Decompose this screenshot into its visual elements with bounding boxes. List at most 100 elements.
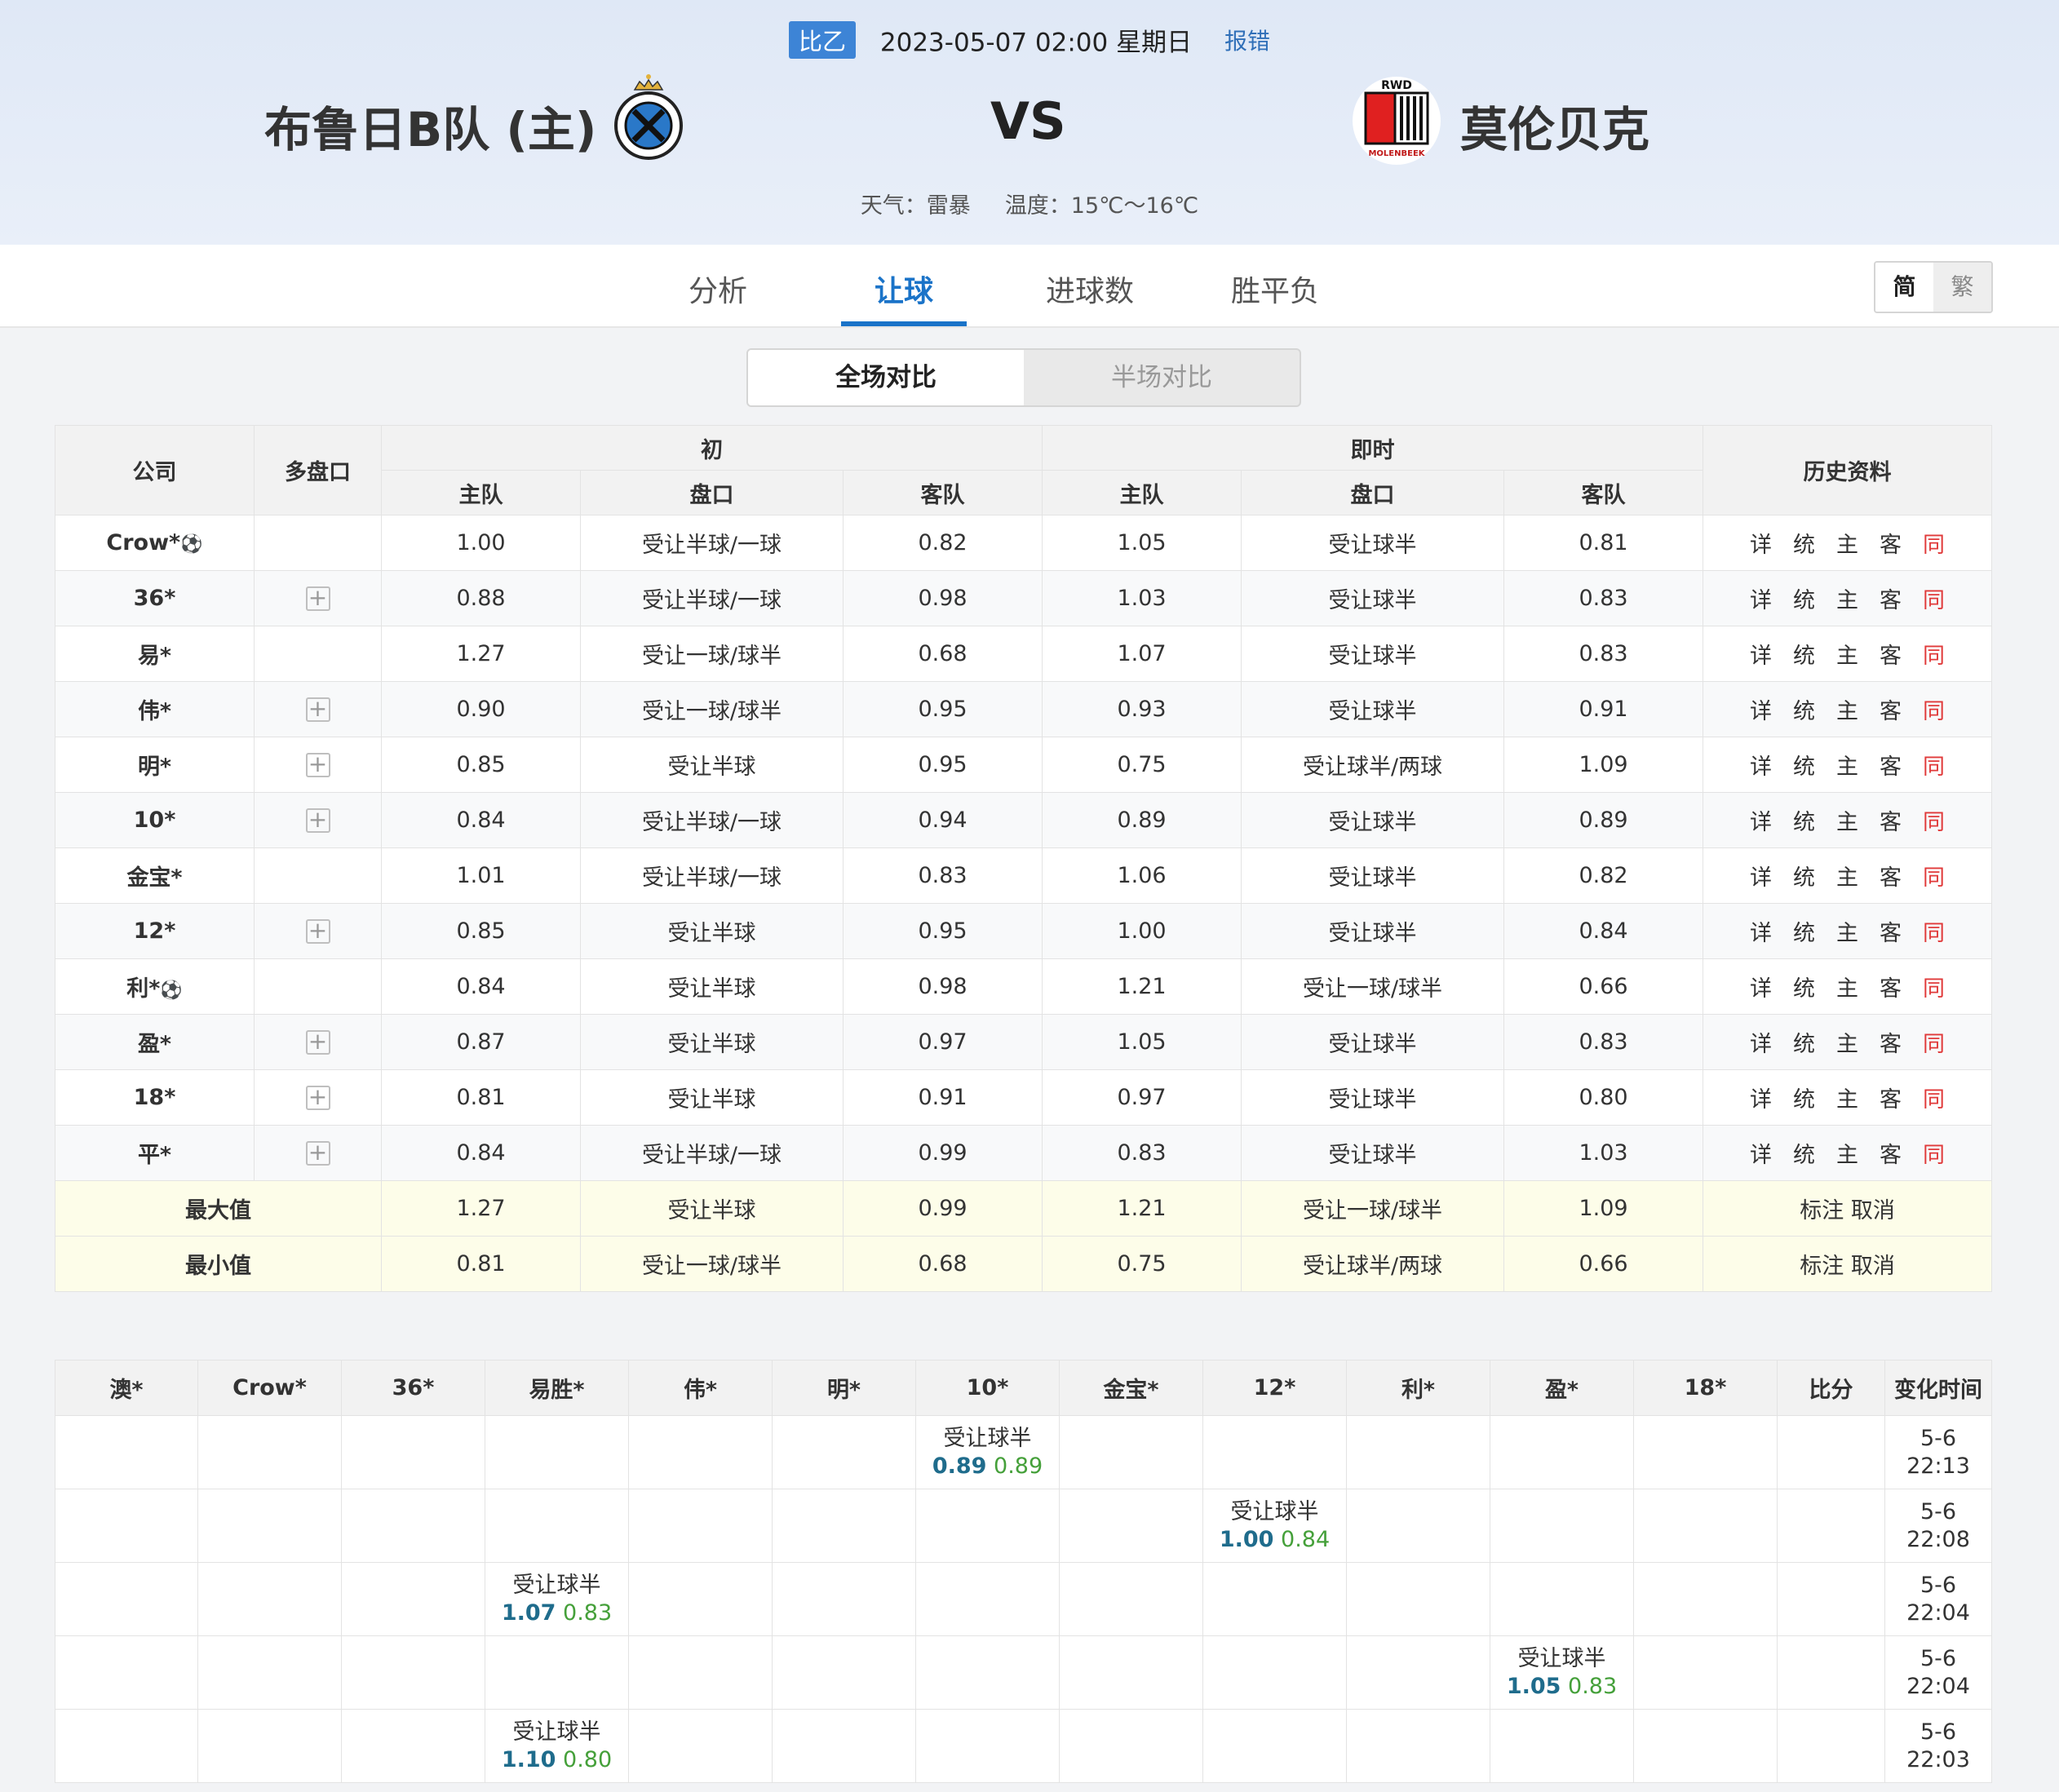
- company-cell[interactable]: 易*: [55, 626, 255, 682]
- stats-link[interactable]: 统: [1793, 638, 1815, 670]
- company-cell[interactable]: 36*: [55, 570, 255, 626]
- same-history-link[interactable]: 同: [1923, 693, 1945, 725]
- expand-plus-icon[interactable]: +: [305, 697, 330, 722]
- company-cell[interactable]: 平*: [55, 1125, 255, 1181]
- home-history-link[interactable]: 主: [1836, 582, 1858, 614]
- same-history-link[interactable]: 同: [1923, 860, 1945, 892]
- same-history-link[interactable]: 同: [1923, 915, 1945, 947]
- company-cell[interactable]: 盈*: [55, 1014, 255, 1070]
- live-away-odds: 1.09: [1503, 737, 1704, 793]
- detail-link[interactable]: 详: [1750, 1137, 1772, 1169]
- away-team-logo[interactable]: RWD MOLENBEEK: [1351, 75, 1442, 166]
- away-history-link[interactable]: 客: [1880, 860, 1902, 892]
- home-history-link[interactable]: 主: [1836, 638, 1858, 670]
- away-history-link[interactable]: 客: [1880, 1137, 1902, 1169]
- company-cell[interactable]: 明*: [55, 737, 255, 793]
- detail-link[interactable]: 详: [1750, 693, 1772, 725]
- tab-analysis[interactable]: 分析: [689, 268, 747, 310]
- report-error-link[interactable]: 报错: [1224, 28, 1270, 55]
- same-history-link[interactable]: 同: [1923, 527, 1945, 559]
- detail-link[interactable]: 详: [1750, 527, 1772, 559]
- home-history-link[interactable]: 主: [1836, 860, 1858, 892]
- home-history-link[interactable]: 主: [1836, 693, 1858, 725]
- stats-link[interactable]: 统: [1793, 1026, 1815, 1058]
- home-team-name[interactable]: 布鲁日B队 (主): [264, 91, 596, 160]
- same-history-link[interactable]: 同: [1923, 582, 1945, 614]
- match-datetime: 2023-05-07 02:00 星期日: [879, 28, 1193, 58]
- expand-plus-icon[interactable]: +: [305, 753, 330, 777]
- detail-link[interactable]: 详: [1750, 638, 1772, 670]
- change-cell: [485, 1489, 629, 1563]
- same-history-link[interactable]: 同: [1923, 638, 1945, 670]
- company-cell[interactable]: 伟*: [55, 681, 255, 737]
- company-cell[interactable]: 金宝*: [55, 847, 255, 904]
- stats-link[interactable]: 统: [1793, 971, 1815, 1002]
- home-history-link[interactable]: 主: [1836, 749, 1858, 781]
- same-history-link[interactable]: 同: [1923, 1137, 1945, 1169]
- home-history-link[interactable]: 主: [1836, 915, 1858, 947]
- detail-link[interactable]: 详: [1750, 1026, 1772, 1058]
- lang-simplified-button[interactable]: 简: [1875, 263, 1933, 312]
- detail-link[interactable]: 详: [1750, 860, 1772, 892]
- expand-plus-icon[interactable]: +: [305, 1086, 330, 1110]
- away-team-name[interactable]: 莫伦贝克: [1460, 91, 1649, 160]
- away-history-link[interactable]: 客: [1880, 971, 1902, 1002]
- home-history-link[interactable]: 主: [1836, 971, 1858, 1002]
- tab-1x2[interactable]: 胜平负: [1231, 268, 1319, 310]
- away-history-link[interactable]: 客: [1880, 749, 1902, 781]
- home-history-link[interactable]: 主: [1836, 1082, 1858, 1113]
- full-match-compare-button[interactable]: 全场对比: [748, 350, 1024, 405]
- stats-link[interactable]: 统: [1793, 915, 1815, 947]
- stats-link[interactable]: 统: [1793, 860, 1815, 892]
- same-history-link[interactable]: 同: [1923, 749, 1945, 781]
- home-history-link[interactable]: 主: [1836, 527, 1858, 559]
- detail-link[interactable]: 详: [1750, 749, 1772, 781]
- same-history-link[interactable]: 同: [1923, 971, 1945, 1002]
- stats-link[interactable]: 统: [1793, 527, 1815, 559]
- away-history-link[interactable]: 客: [1880, 915, 1902, 947]
- expand-plus-icon[interactable]: +: [305, 919, 330, 944]
- away-history-link[interactable]: 客: [1880, 1026, 1902, 1058]
- expand-plus-icon[interactable]: +: [305, 1141, 330, 1166]
- expand-plus-icon[interactable]: +: [305, 586, 330, 611]
- tab-handicap[interactable]: 让球: [875, 268, 933, 310]
- company-cell[interactable]: 12*: [55, 903, 255, 959]
- away-history-link[interactable]: 客: [1880, 638, 1902, 670]
- same-history-link[interactable]: 同: [1923, 1026, 1945, 1058]
- away-history-link[interactable]: 客: [1880, 582, 1902, 614]
- home-history-link[interactable]: 主: [1836, 1137, 1858, 1169]
- company-cell[interactable]: Crow*⚽: [55, 515, 255, 571]
- detail-link[interactable]: 详: [1750, 971, 1772, 1002]
- min-mark-cancel-action[interactable]: 标注 取消: [1703, 1236, 1993, 1292]
- detail-link[interactable]: 详: [1750, 582, 1772, 614]
- away-history-link[interactable]: 客: [1880, 693, 1902, 725]
- home-team-logo[interactable]: [612, 72, 685, 162]
- stats-link[interactable]: 统: [1793, 804, 1815, 836]
- detail-link[interactable]: 详: [1750, 915, 1772, 947]
- max-mark-cancel-action[interactable]: 标注 取消: [1703, 1180, 1993, 1237]
- company-cell[interactable]: 10*: [55, 792, 255, 848]
- tab-goals[interactable]: 进球数: [1046, 268, 1134, 310]
- initial-line: 受让半球: [580, 737, 844, 793]
- away-history-link[interactable]: 客: [1880, 527, 1902, 559]
- home-history-link[interactable]: 主: [1836, 804, 1858, 836]
- league-badge[interactable]: 比乙: [789, 21, 857, 59]
- away-history-link[interactable]: 客: [1880, 1082, 1902, 1113]
- same-history-link[interactable]: 同: [1923, 1082, 1945, 1113]
- company-cell[interactable]: 18*: [55, 1069, 255, 1126]
- stats-link[interactable]: 统: [1793, 1082, 1815, 1113]
- company-cell[interactable]: 利*⚽: [55, 958, 255, 1015]
- home-history-link[interactable]: 主: [1836, 1026, 1858, 1058]
- away-history-link[interactable]: 客: [1880, 804, 1902, 836]
- stats-link[interactable]: 统: [1793, 1137, 1815, 1169]
- detail-link[interactable]: 详: [1750, 804, 1772, 836]
- lang-traditional-button[interactable]: 繁: [1933, 263, 1991, 312]
- same-history-link[interactable]: 同: [1923, 804, 1945, 836]
- expand-plus-icon[interactable]: +: [305, 1030, 330, 1055]
- stats-link[interactable]: 统: [1793, 582, 1815, 614]
- half-match-compare-button[interactable]: 半场对比: [1024, 350, 1300, 405]
- stats-link[interactable]: 统: [1793, 749, 1815, 781]
- stats-link[interactable]: 统: [1793, 693, 1815, 725]
- expand-plus-icon[interactable]: +: [305, 808, 330, 833]
- detail-link[interactable]: 详: [1750, 1082, 1772, 1113]
